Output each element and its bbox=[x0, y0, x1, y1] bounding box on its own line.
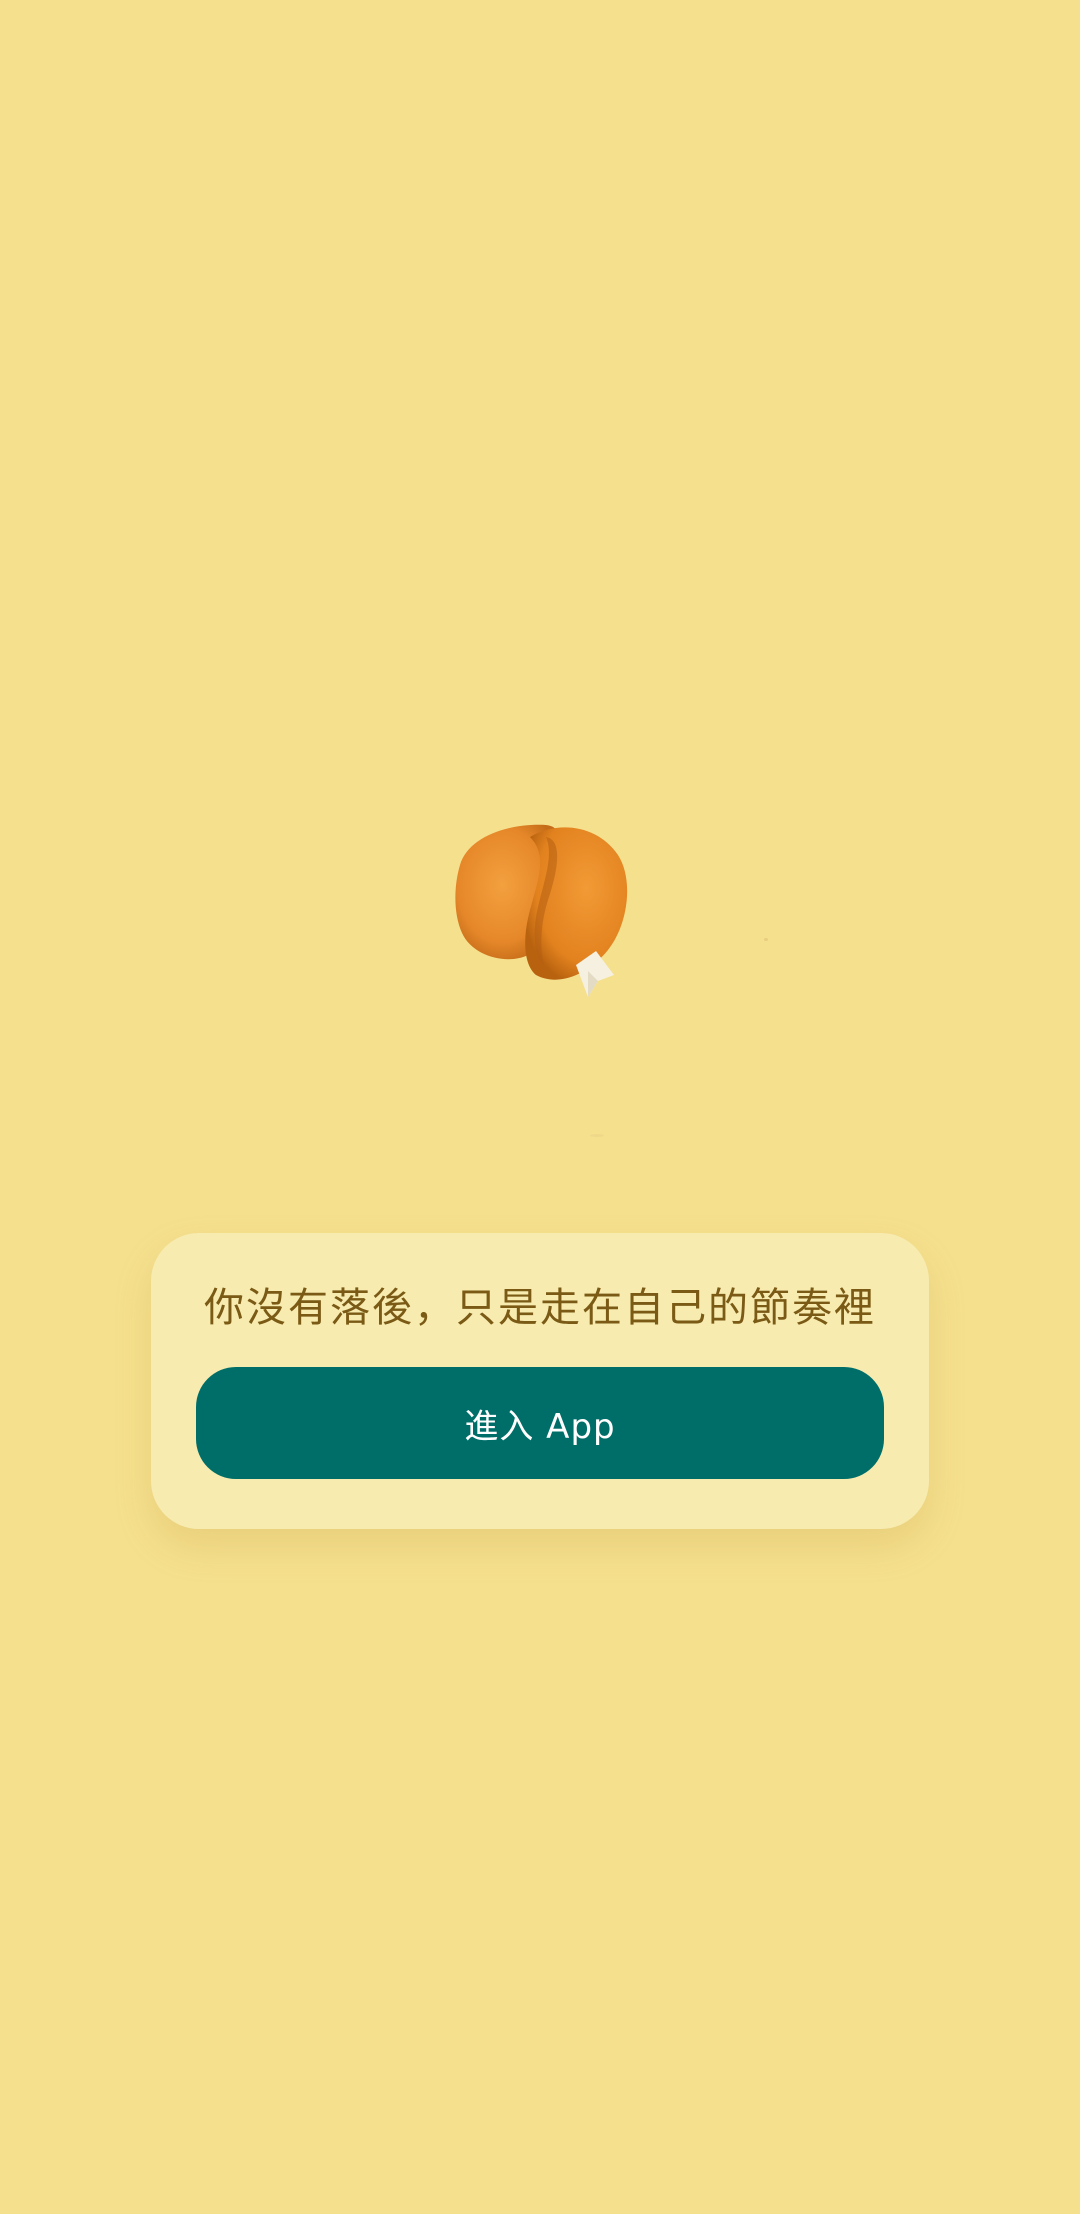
splash-screen: 你沒有落後，只是走在自己的節奏裡 進入 App bbox=[0, 0, 1080, 2214]
fortune-card: 你沒有落後，只是走在自己的節奏裡 進入 App bbox=[151, 1233, 929, 1529]
fortune-cookie-icon bbox=[448, 815, 638, 1005]
decorative-speck bbox=[590, 1134, 604, 1137]
enter-app-button[interactable]: 進入 App bbox=[196, 1367, 884, 1479]
fortune-message: 你沒有落後，只是走在自己的節奏裡 bbox=[204, 1285, 876, 1331]
decorative-speck bbox=[764, 938, 768, 941]
